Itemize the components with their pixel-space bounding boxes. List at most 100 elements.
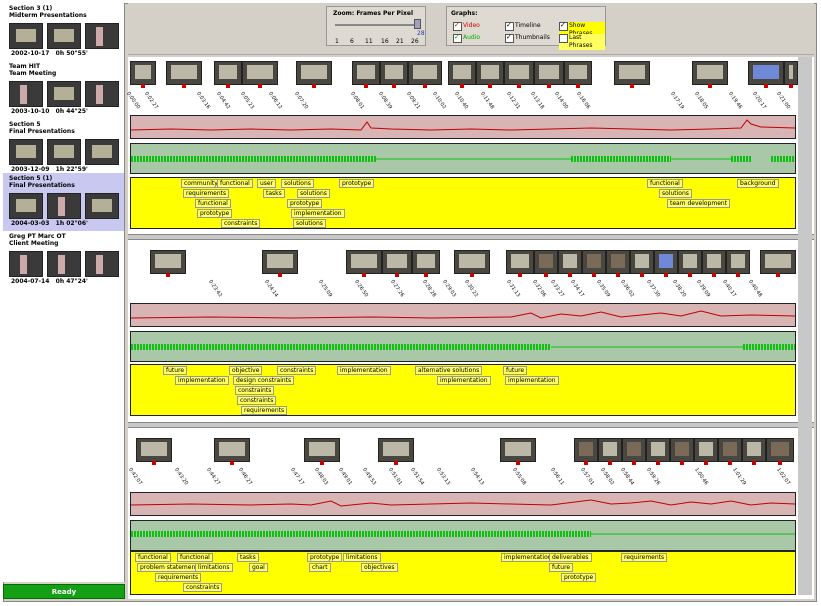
phrase-tag[interactable]: prototype bbox=[561, 573, 597, 582]
frame-thumbnail[interactable] bbox=[582, 250, 606, 277]
frame-thumbnail[interactable] bbox=[504, 61, 534, 88]
phrase-tag[interactable]: solutions bbox=[281, 179, 314, 188]
phrase-tag[interactable]: implementation bbox=[291, 209, 345, 218]
phrase-tag[interactable]: team development bbox=[667, 199, 731, 208]
phrase-tag[interactable]: chart bbox=[309, 563, 331, 572]
phrase-tag[interactable]: goal bbox=[249, 563, 268, 572]
frame-thumbnail[interactable] bbox=[564, 61, 592, 88]
phrase-tag[interactable]: objective bbox=[229, 366, 263, 375]
phrase-tag[interactable]: implementation bbox=[337, 366, 391, 375]
audio-activity-graph[interactable] bbox=[130, 520, 796, 551]
phrase-tag[interactable]: future bbox=[163, 366, 188, 375]
phrase-tag[interactable]: solutions bbox=[659, 189, 692, 198]
phrase-tag[interactable]: community bbox=[181, 179, 221, 188]
frame-thumbnail[interactable] bbox=[378, 438, 414, 465]
frame-thumbnail[interactable] bbox=[166, 61, 202, 88]
phrase-tag[interactable]: limitations bbox=[195, 563, 233, 572]
last-phrases-checkbox[interactable]: Last Phrases bbox=[559, 34, 605, 50]
phrase-tag[interactable]: alternative solutions bbox=[415, 366, 483, 375]
phrase-track[interactable]: functional functional tasks prototype li… bbox=[130, 551, 796, 595]
frame-thumbnail[interactable] bbox=[130, 61, 156, 88]
frame-thumbnail[interactable] bbox=[454, 250, 490, 277]
frame-thumbnail[interactable] bbox=[702, 250, 726, 277]
row-separator[interactable] bbox=[128, 234, 814, 240]
audio-checkbox[interactable]: Audio bbox=[453, 33, 480, 43]
frame-thumbnail[interactable] bbox=[214, 61, 242, 88]
frame-thumbnail[interactable] bbox=[534, 61, 564, 88]
frame-thumbnail[interactable] bbox=[726, 250, 750, 277]
frame-thumbnail[interactable] bbox=[534, 250, 558, 277]
phrase-tag[interactable]: requirements bbox=[155, 573, 202, 582]
frame-thumbnail[interactable] bbox=[506, 250, 534, 277]
frame-thumbnail[interactable] bbox=[476, 61, 504, 88]
phrase-tag[interactable]: constraints bbox=[183, 583, 223, 592]
phrase-tag[interactable]: prototype bbox=[339, 179, 375, 188]
phrase-track[interactable]: future objective constraints implementat… bbox=[130, 364, 796, 416]
phrase-tag[interactable]: tasks bbox=[263, 189, 285, 198]
phrase-tag[interactable]: requirements bbox=[241, 406, 288, 415]
phrase-track[interactable]: community functional user solutions prot… bbox=[130, 177, 796, 229]
phrase-tag[interactable]: constraints bbox=[277, 366, 317, 375]
phrase-tag[interactable]: future bbox=[549, 563, 574, 572]
frame-thumbnail[interactable] bbox=[346, 250, 382, 277]
phrase-tag[interactable]: prototype bbox=[197, 209, 233, 218]
zoom-slider-handle[interactable] bbox=[414, 19, 421, 29]
phrase-tag[interactable]: solutions bbox=[293, 219, 326, 228]
audio-activity-graph[interactable] bbox=[130, 143, 796, 174]
frame-thumbnail[interactable] bbox=[500, 438, 536, 465]
frame-thumbnail[interactable] bbox=[574, 438, 598, 465]
session-item[interactable]: Team HIT Team Meeting 2003-10-10 0h 44"2… bbox=[3, 61, 124, 119]
frame-thumbnail[interactable] bbox=[304, 438, 340, 465]
video-checkbox[interactable]: Video bbox=[453, 21, 480, 31]
phrase-tag[interactable]: requirements bbox=[183, 189, 230, 198]
audio-activity-graph[interactable] bbox=[130, 331, 796, 362]
frame-thumbnail[interactable] bbox=[136, 438, 172, 465]
phrase-tag[interactable]: implementation bbox=[175, 376, 229, 385]
frame-thumbnail[interactable] bbox=[382, 250, 412, 277]
phrase-tag[interactable]: prototype bbox=[307, 553, 343, 562]
phrase-tag[interactable]: functional bbox=[195, 199, 231, 208]
session-list[interactable]: Section 3 (1) Midterm Presentations 2002… bbox=[3, 3, 125, 582]
frame-thumbnail[interactable] bbox=[606, 250, 630, 277]
phrase-tag[interactable]: deliverables bbox=[549, 553, 592, 562]
frame-thumbnail[interactable] bbox=[784, 61, 798, 88]
phrase-tag[interactable]: constraints bbox=[235, 386, 275, 395]
video-activity-graph[interactable] bbox=[130, 303, 796, 327]
video-activity-graph[interactable] bbox=[130, 492, 796, 516]
phrase-tag[interactable]: functional bbox=[217, 179, 253, 188]
session-item[interactable]: Section 5 Final Presentations 2003-12-09… bbox=[3, 119, 124, 177]
frame-thumbnail[interactable] bbox=[718, 438, 742, 465]
frame-thumbnail[interactable] bbox=[760, 250, 796, 277]
frame-thumbnail[interactable] bbox=[630, 250, 654, 277]
frame-thumbnail[interactable] bbox=[448, 61, 476, 88]
phrase-tag[interactable]: solutions bbox=[297, 189, 330, 198]
phrase-tag[interactable]: implementation bbox=[505, 376, 559, 385]
phrase-tag[interactable]: requirements bbox=[621, 553, 668, 562]
phrase-tag[interactable]: limitations bbox=[343, 553, 381, 562]
frame-thumbnail[interactable] bbox=[380, 61, 408, 88]
phrase-tag[interactable]: implementation bbox=[501, 553, 555, 562]
timeline-checkbox[interactable]: Timeline bbox=[505, 21, 541, 31]
phrase-tag[interactable]: functional bbox=[135, 553, 171, 562]
frame-thumbnail[interactable] bbox=[742, 438, 766, 465]
vertical-scrollbar[interactable] bbox=[798, 57, 812, 595]
row-separator[interactable] bbox=[128, 422, 814, 428]
frame-thumbnail[interactable] bbox=[214, 438, 250, 465]
frame-thumbnail[interactable] bbox=[766, 438, 794, 465]
phrase-tag[interactable]: prototype bbox=[287, 199, 323, 208]
session-item[interactable]: Section 3 (1) Midterm Presentations 2002… bbox=[3, 3, 124, 61]
phrase-tag[interactable]: functional bbox=[177, 553, 213, 562]
phrase-tag[interactable]: user bbox=[257, 179, 277, 188]
frame-thumbnail[interactable] bbox=[614, 61, 650, 88]
phrase-tag[interactable]: background bbox=[737, 179, 779, 188]
video-activity-graph[interactable] bbox=[130, 115, 796, 139]
phrase-tag[interactable]: tasks bbox=[237, 553, 259, 562]
frame-thumbnail[interactable] bbox=[150, 250, 186, 277]
frame-thumbnail[interactable] bbox=[692, 61, 728, 88]
session-item-selected[interactable]: Section 5 (1) Final Presentations 2004-0… bbox=[3, 173, 124, 231]
frame-thumbnail[interactable] bbox=[558, 250, 582, 277]
frame-thumbnail[interactable] bbox=[296, 61, 332, 88]
frame-thumbnail[interactable] bbox=[694, 438, 718, 465]
frame-thumbnail[interactable] bbox=[262, 250, 298, 277]
frame-thumbnail[interactable] bbox=[412, 250, 440, 277]
